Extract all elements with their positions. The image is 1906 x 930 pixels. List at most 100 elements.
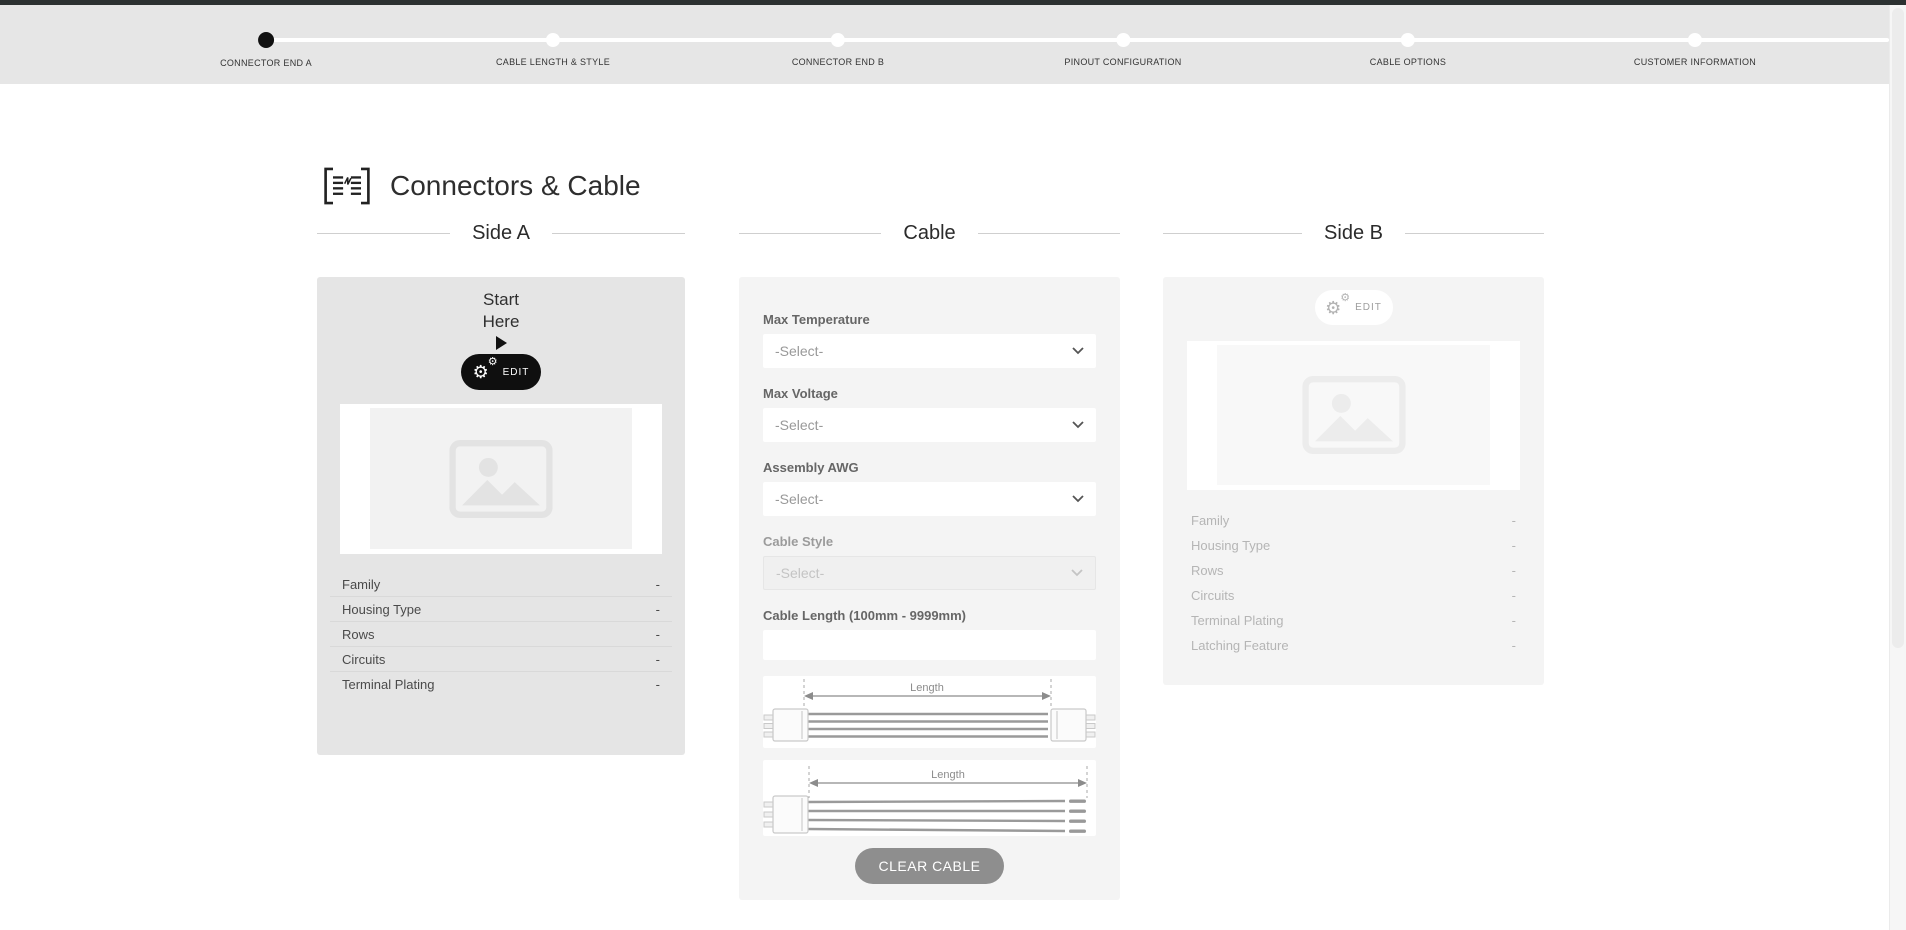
section-title-text: Side B [1302, 222, 1405, 245]
property-label: Circuits [342, 652, 385, 667]
page-heading: Connectors & Cable [318, 165, 641, 207]
property-label: Housing Type [1191, 538, 1270, 553]
property-value: - [656, 577, 660, 592]
property-label: Terminal Plating [1191, 613, 1284, 628]
cable-length-input[interactable] [763, 630, 1096, 660]
cable-style-label: Cable Style [763, 534, 1096, 550]
max-voltage-select[interactable]: -Select- [763, 408, 1096, 442]
property-label: Terminal Plating [342, 677, 435, 692]
property-row: Rows - [1187, 558, 1520, 583]
chevron-down-icon [1072, 421, 1084, 429]
select-value: -Select- [776, 565, 824, 581]
property-value: - [1512, 613, 1516, 628]
step-connector-end-a[interactable]: CONNECTOR END A [220, 5, 312, 68]
property-row: Terminal Plating - [1187, 608, 1520, 633]
divider-line [552, 233, 685, 234]
property-label: Circuits [1191, 588, 1234, 603]
edit-button-label: EDIT [1355, 302, 1382, 313]
chevron-down-icon [1071, 569, 1083, 577]
max-voltage-label: Max Voltage [763, 386, 1096, 402]
vertical-scrollbar[interactable] [1889, 0, 1906, 930]
property-value: - [1512, 638, 1516, 653]
side-a-edit-button[interactable]: ⚙⚙ EDIT [461, 354, 541, 390]
property-row: Housing Type - [1187, 533, 1520, 558]
clear-cable-button[interactable]: CLEAR CABLE [855, 848, 1005, 884]
assembly-awg-select[interactable]: -Select- [763, 482, 1096, 516]
step-label: CABLE LENGTH & STYLE [496, 57, 610, 67]
step-pinout-configuration[interactable]: PINOUT CONFIGURATION [1064, 5, 1181, 67]
property-row: Family - [330, 572, 672, 597]
cable-section-title: Cable [739, 220, 1120, 246]
side-a-image-frame [340, 404, 662, 554]
step-label: CONNECTOR END B [792, 57, 884, 67]
assembly-awg-label: Assembly AWG [763, 460, 1096, 476]
side-b-card: ⚙⚙ EDIT Family - Housing Type - Ro [1163, 277, 1544, 685]
select-value: -Select- [775, 343, 823, 359]
side-b-image-frame [1187, 341, 1520, 490]
property-value: - [656, 602, 660, 617]
cable-style-select: -Select- [763, 556, 1096, 590]
step-dot [1116, 33, 1130, 47]
step-dot [546, 33, 560, 47]
divider-line [317, 233, 450, 234]
step-cable-options[interactable]: CABLE OPTIONS [1370, 5, 1446, 67]
property-row: Terminal Plating - [330, 672, 672, 697]
image-placeholder-icon [1301, 375, 1407, 455]
max-temperature-select[interactable]: -Select- [763, 334, 1096, 368]
step-dot-active [258, 32, 274, 48]
scrollbar-thumb[interactable] [1892, 8, 1904, 648]
property-value: - [656, 677, 660, 692]
cable-diagram-connector-to-connector: Length [763, 676, 1096, 748]
step-dot [831, 33, 845, 47]
start-here-line2: Here [317, 311, 685, 333]
property-label: Rows [342, 627, 375, 642]
cable-diagram-connector-to-pigtail: Length [763, 760, 1096, 836]
step-customer-information[interactable]: CUSTOMER INFORMATION [1634, 5, 1756, 67]
cable-configurator-page: CONNECTOR END A CABLE LENGTH & STYLE CON… [0, 0, 1906, 930]
divider-line [978, 233, 1120, 234]
property-row: Circuits - [330, 647, 672, 672]
gears-icon: ⚙⚙ [1325, 297, 1349, 319]
step-connector-end-b[interactable]: CONNECTOR END B [792, 5, 884, 67]
cable-length-label: Cable Length (100mm - 9999mm) [763, 608, 1096, 624]
side-a-section-title: Side A [317, 220, 685, 246]
divider-line [1405, 233, 1544, 234]
svg-text:Length: Length [931, 769, 965, 781]
top-accent-bar [0, 0, 1906, 5]
property-label: Latching Feature [1191, 638, 1289, 653]
divider-line [1163, 233, 1302, 234]
property-label: Family [342, 577, 380, 592]
connectors-icon [318, 165, 376, 207]
gears-icon: ⚙⚙ [473, 361, 497, 383]
cable-length-diagram-icon: Length [763, 760, 1096, 836]
cable-length-diagram-icon: Length [763, 676, 1096, 748]
edit-button-label: EDIT [503, 367, 530, 378]
property-row: Circuits - [1187, 583, 1520, 608]
step-dot [1688, 33, 1702, 47]
property-value: - [656, 627, 660, 642]
step-label: CONNECTOR END A [220, 58, 312, 68]
max-temperature-label: Max Temperature [763, 312, 1096, 328]
step-label: PINOUT CONFIGURATION [1064, 57, 1181, 67]
property-value: - [656, 652, 660, 667]
property-label: Family [1191, 513, 1229, 528]
svg-text:Length: Length [910, 682, 944, 694]
property-value: - [1512, 563, 1516, 578]
step-label: CUSTOMER INFORMATION [1634, 57, 1756, 67]
chevron-down-icon [1072, 347, 1084, 355]
arrow-right-icon [496, 336, 507, 350]
side-b-section-title: Side B [1163, 220, 1544, 246]
select-value: -Select- [775, 417, 823, 433]
select-value: -Select- [775, 491, 823, 507]
step-dot [1401, 33, 1415, 47]
property-value: - [1512, 513, 1516, 528]
section-title-text: Cable [881, 222, 977, 245]
step-cable-length-style[interactable]: CABLE LENGTH & STYLE [496, 5, 610, 67]
side-b-properties: Family - Housing Type - Rows - Circuits … [1187, 508, 1520, 658]
property-label: Rows [1191, 563, 1224, 578]
start-here-line1: Start [317, 289, 685, 311]
image-placeholder-icon [448, 439, 554, 519]
side-a-image-placeholder [370, 408, 632, 549]
section-title-text: Side A [450, 222, 552, 245]
side-b-edit-button[interactable]: ⚙⚙ EDIT [1315, 290, 1393, 325]
